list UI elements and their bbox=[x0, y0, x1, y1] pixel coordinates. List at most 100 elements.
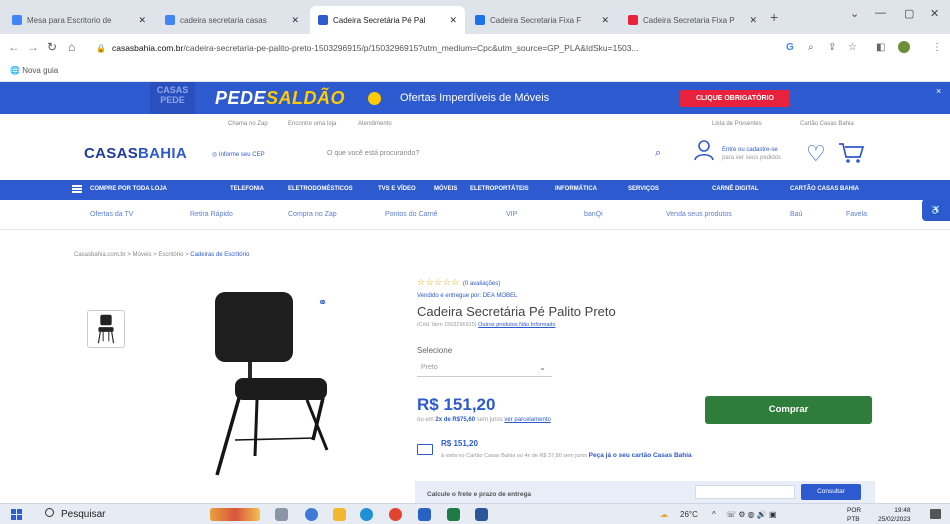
browser-tab-active[interactable]: Cadeira Secretária Pé Pal ✕ bbox=[310, 6, 465, 34]
category-item[interactable]: CARNÊ DIGITAL bbox=[712, 186, 759, 192]
taskbar-search[interactable]: Pesquisar bbox=[61, 509, 105, 520]
favorites-heart-icon[interactable]: ♡ bbox=[806, 143, 826, 165]
close-icon[interactable]: ✕ bbox=[443, 15, 457, 26]
breadcrumb-item[interactable]: Móveis bbox=[133, 252, 152, 258]
review-count[interactable]: (0 avaliações) bbox=[463, 281, 500, 287]
sublink[interactable]: VIP bbox=[506, 211, 517, 218]
tab-search-icon[interactable]: ⌄ bbox=[850, 7, 859, 20]
category-item[interactable]: CARTÃO CASAS BAHIA bbox=[790, 186, 859, 192]
cep-input[interactable] bbox=[695, 485, 795, 499]
profile-avatar[interactable] bbox=[898, 41, 910, 53]
clock[interactable]: 19:48 25/02/2023 bbox=[878, 506, 911, 524]
utility-link-store[interactable]: Encontre uma loja bbox=[288, 121, 336, 127]
excel-icon[interactable] bbox=[447, 508, 460, 521]
category-item[interactable]: SERVIÇOS bbox=[628, 186, 659, 192]
home-icon[interactable]: ⌂ bbox=[68, 40, 75, 54]
close-icon[interactable]: ✕ bbox=[743, 15, 757, 26]
consult-button[interactable]: Consultar bbox=[801, 484, 861, 500]
utility-link-gift-list[interactable]: Lista de Presentes bbox=[712, 121, 762, 127]
weather-icon[interactable]: ☁ bbox=[660, 510, 668, 519]
category-item[interactable]: ELETROPORTÁTEIS bbox=[470, 186, 529, 192]
category-item[interactable]: MÓVEIS bbox=[434, 186, 457, 192]
google-lens-icon[interactable]: G bbox=[786, 42, 794, 53]
utility-link-support[interactable]: Atendimento bbox=[358, 121, 392, 127]
breadcrumb-item[interactable]: Escritório bbox=[158, 252, 183, 258]
search-input[interactable]: O que você está procurando? bbox=[315, 143, 685, 165]
bookmark-item[interactable]: Nova guia bbox=[22, 66, 58, 75]
new-tab-button[interactable]: + bbox=[770, 9, 778, 25]
color-select[interactable]: Preto ⌄ bbox=[417, 361, 552, 377]
breadcrumb-item[interactable]: Casasbahia.com.br bbox=[74, 252, 126, 258]
browser-tab[interactable]: Cadeira Secretaria Fixa P ✕ bbox=[620, 6, 765, 34]
accessibility-tab[interactable]: ♿ bbox=[922, 199, 950, 221]
chrome-icon[interactable] bbox=[389, 508, 402, 521]
casas-bahia-logo[interactable]: CASASBAHIA bbox=[84, 145, 187, 162]
task-view-icon[interactable] bbox=[275, 508, 288, 521]
user-icon[interactable] bbox=[693, 139, 715, 161]
browser-tab[interactable]: Cadeira Secretaria Fixa F ✕ bbox=[467, 6, 617, 34]
sublink[interactable]: Compra no Zap bbox=[288, 211, 337, 218]
tray-app-icons[interactable]: ☏ ⚙ ◍ 🔊 ▣ bbox=[726, 510, 777, 519]
category-all[interactable]: COMPRE POR TODA LOJA bbox=[90, 186, 167, 192]
share-page-icon[interactable]: ⇪ bbox=[828, 42, 836, 53]
address-bar[interactable]: 🔒 casasbahia.com.br /cadeira-secretaria-… bbox=[96, 39, 776, 57]
promo-cta-button[interactable]: CLIQUE OBRIGATÓRIO bbox=[680, 90, 790, 107]
promo-close-icon[interactable]: × bbox=[936, 86, 941, 96]
tray-chevron-icon[interactable]: ^ bbox=[712, 510, 716, 519]
bookmark-star-icon[interactable]: ☆ bbox=[848, 42, 857, 53]
seller-info[interactable]: Vendido e entregue por: DEA MOBEL bbox=[417, 293, 517, 299]
utility-link-zap[interactable]: Chama no Zap bbox=[228, 121, 268, 127]
store-icon[interactable] bbox=[418, 508, 431, 521]
sublink[interactable]: Favela bbox=[846, 211, 867, 218]
close-icon[interactable]: ✕ bbox=[595, 15, 609, 26]
card-offer-link[interactable]: Peça já o seu cartão Casas Bahia bbox=[589, 452, 692, 459]
side-panel-icon[interactable]: ◧ bbox=[876, 42, 885, 53]
browser-tab[interactable]: cadeira secretaria casas ✕ bbox=[157, 6, 307, 34]
rating-stars[interactable]: ☆☆☆☆☆ (0 avaliações) bbox=[417, 277, 500, 288]
language-b: PTB bbox=[847, 516, 860, 523]
search-icon[interactable]: ⌕ bbox=[655, 147, 661, 160]
weather-temp[interactable]: 26°C bbox=[680, 510, 698, 519]
category-item[interactable]: TVS E VÍDEO bbox=[378, 186, 416, 192]
forward-icon[interactable]: → bbox=[27, 40, 39, 54]
windows-start-icon[interactable] bbox=[11, 509, 22, 520]
login-link[interactable]: Entre ou cadastre-se para ver seus pedid… bbox=[722, 146, 781, 162]
utility-link-card[interactable]: Cartão Casas Bahia bbox=[800, 121, 854, 127]
buy-button[interactable]: Comprar bbox=[705, 396, 872, 424]
sublink[interactable]: Pontos do Carnê bbox=[385, 211, 438, 218]
sublink[interactable]: Retira Rápido bbox=[190, 211, 233, 218]
minimize-icon[interactable]: — bbox=[875, 7, 886, 19]
promo-banner[interactable]: CASAS PEDE PEDESALDÃO Ofertas Imperdívei… bbox=[0, 82, 950, 114]
sublink[interactable]: Venda seus produtos bbox=[666, 211, 732, 218]
maximize-icon[interactable]: ▢ bbox=[904, 7, 914, 20]
product-thumbnail[interactable] bbox=[87, 310, 125, 348]
close-icon[interactable]: ✕ bbox=[285, 15, 299, 26]
edge-icon[interactable] bbox=[360, 508, 373, 521]
category-item[interactable]: INFORMÁTICA bbox=[555, 186, 597, 192]
category-item[interactable]: TELEFONIA bbox=[230, 186, 264, 192]
word-icon[interactable] bbox=[475, 508, 488, 521]
installments-link[interactable]: ver parcelamento bbox=[504, 417, 550, 423]
window-close-icon[interactable]: ✕ bbox=[930, 7, 939, 20]
browser-tab[interactable]: Mesa para Escritorio de ✕ bbox=[4, 6, 154, 34]
back-icon[interactable]: ← bbox=[8, 40, 20, 54]
notification-icon[interactable] bbox=[930, 509, 941, 519]
close-icon[interactable]: ✕ bbox=[132, 15, 146, 26]
reload-icon[interactable]: ↻ bbox=[47, 40, 57, 54]
menu-icon[interactable]: ⋮ bbox=[932, 42, 942, 53]
hamburger-icon[interactable] bbox=[72, 185, 82, 193]
file-explorer-icon[interactable] bbox=[333, 508, 346, 521]
location-cep-link[interactable]: ◎ Informe seu CEP bbox=[212, 151, 265, 158]
category-item[interactable]: ELETRODOMÉSTICOS bbox=[288, 186, 353, 192]
settings-icon[interactable] bbox=[305, 508, 318, 521]
language-indicator[interactable]: POR PTB bbox=[847, 506, 861, 524]
sublink[interactable]: banQi bbox=[584, 211, 603, 218]
sublink[interactable]: Ofertas da TV bbox=[90, 211, 133, 218]
zoom-icon[interactable]: ⌕ bbox=[808, 42, 814, 53]
cart-icon[interactable] bbox=[838, 141, 864, 165]
other-products-link[interactable]: Outros produtos Não Informado bbox=[478, 322, 555, 328]
breadcrumb-current[interactable]: Cadeiras de Escritório bbox=[190, 252, 249, 258]
sublink[interactable]: Baú bbox=[790, 211, 802, 218]
taskbar-search-icon[interactable] bbox=[45, 508, 54, 517]
widget-image-icon[interactable] bbox=[210, 508, 260, 521]
